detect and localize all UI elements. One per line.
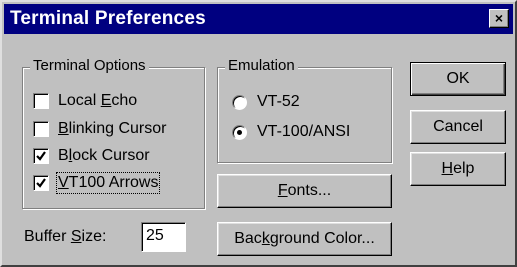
block-cursor-box[interactable] xyxy=(33,148,49,164)
ok-button[interactable]: OK xyxy=(410,62,506,96)
vt100-arrows-label: VT100 Arrows xyxy=(55,172,161,194)
vt52-radio-circle[interactable] xyxy=(232,94,247,110)
vt52-label: VT-52 xyxy=(257,93,300,110)
background-color-button[interactable]: Background Color... xyxy=(217,222,392,256)
blinking-cursor-box[interactable] xyxy=(33,121,49,137)
emulation-legend: Emulation xyxy=(225,57,298,74)
close-button[interactable]: × xyxy=(489,9,509,28)
checkmark-icon xyxy=(36,178,46,188)
block-cursor-label: Block Cursor xyxy=(58,147,150,164)
blinking-cursor-label: Blinking Cursor xyxy=(58,120,167,137)
fonts-button[interactable]: Fonts... xyxy=(217,174,392,208)
vt100-ansi-radio-circle[interactable] xyxy=(232,124,247,140)
local-echo-box[interactable] xyxy=(33,93,49,109)
vt100-arrows-box[interactable] xyxy=(33,175,49,191)
vt100-ansi-radio[interactable]: VT-100/ANSI xyxy=(232,121,350,143)
vt100-arrows-checkbox[interactable]: VT100 Arrows xyxy=(33,172,161,194)
title-bar[interactable]: Terminal Preferences × xyxy=(4,4,513,34)
local-echo-checkbox[interactable]: Local Echo xyxy=(33,90,137,112)
cancel-button[interactable]: Cancel xyxy=(410,110,506,144)
buffer-size-label: Buffer Size: xyxy=(24,228,107,245)
terminal-options-legend: Terminal Options xyxy=(30,57,149,74)
close-icon: × xyxy=(494,10,504,26)
vt52-radio[interactable]: VT-52 xyxy=(232,91,300,113)
vt100-ansi-label: VT-100/ANSI xyxy=(257,123,351,140)
terminal-preferences-dialog: Terminal Preferences × Terminal Options … xyxy=(0,0,517,267)
dialog-title: Terminal Preferences xyxy=(10,8,206,29)
local-echo-label: Local Echo xyxy=(58,92,138,109)
terminal-options-group: Terminal Options Local Echo Blinking Cur… xyxy=(22,57,205,209)
checkmark-icon xyxy=(36,151,46,161)
emulation-group: Emulation VT-52 VT-100/ANSI xyxy=(217,57,392,163)
help-button[interactable]: Help xyxy=(410,152,506,186)
buffer-size-input[interactable]: 25 xyxy=(141,222,186,252)
blinking-cursor-checkbox[interactable]: Blinking Cursor xyxy=(33,118,166,140)
block-cursor-checkbox[interactable]: Block Cursor xyxy=(33,145,150,167)
